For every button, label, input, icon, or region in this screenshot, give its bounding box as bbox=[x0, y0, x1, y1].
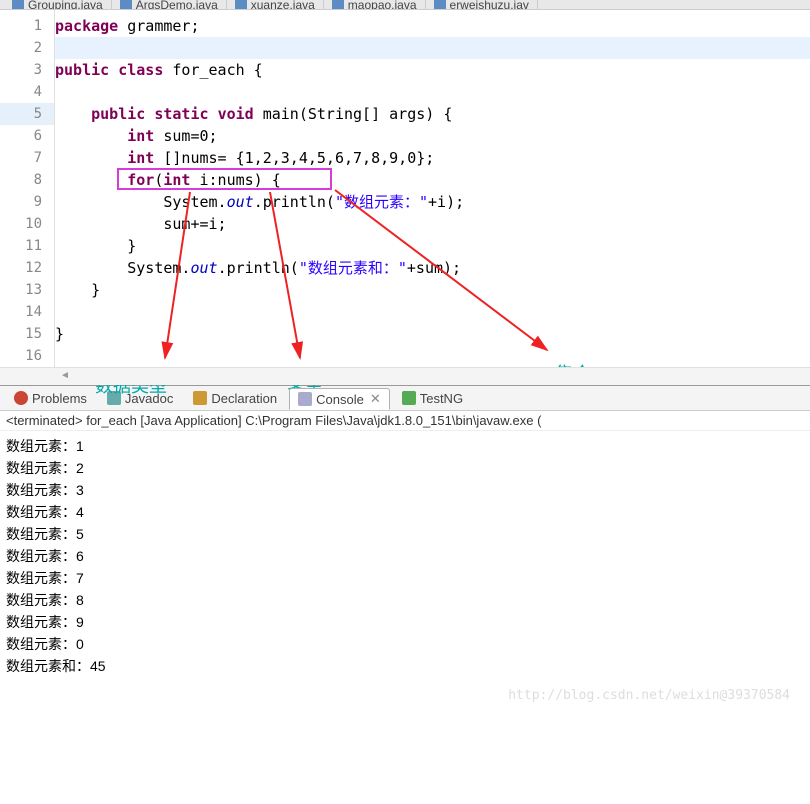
code-line: } bbox=[55, 235, 810, 257]
console-output[interactable]: 数组元素：1 数组元素：2 数组元素：3 数组元素：4 数组元素：5 数组元素：… bbox=[0, 431, 810, 711]
code-line: int sum=0; bbox=[55, 125, 810, 147]
line-number: 15 bbox=[0, 323, 54, 345]
code-line: public class for_each { bbox=[55, 59, 810, 81]
line-number: 1 bbox=[0, 15, 54, 37]
code-line: } bbox=[55, 279, 810, 301]
code-line: sum+=i; bbox=[55, 213, 810, 235]
line-number: 2 bbox=[0, 37, 54, 59]
output-line: 数组元素：2 bbox=[6, 457, 804, 479]
output-line: 数组元素：7 bbox=[6, 567, 804, 589]
line-number: 7 bbox=[0, 147, 54, 169]
problems-icon bbox=[14, 391, 28, 405]
line-number: 10 bbox=[0, 213, 54, 235]
close-icon[interactable]: ✕ bbox=[370, 391, 381, 407]
line-number: 3 bbox=[0, 59, 54, 81]
line-number: 13 bbox=[0, 279, 54, 301]
line-number: 16 bbox=[0, 345, 54, 367]
code-line: int []nums= {1,2,3,4,5,6,7,8,9,0}; bbox=[55, 147, 810, 169]
code-line: public static void main(String[] args) { bbox=[55, 103, 810, 125]
file-tab[interactable]: Grouping.java bbox=[4, 0, 112, 9]
line-number: 11 bbox=[0, 235, 54, 257]
code-line bbox=[55, 37, 810, 59]
code-area[interactable]: package grammer; public class for_each {… bbox=[55, 10, 810, 367]
code-line: package grammer; bbox=[55, 15, 810, 37]
java-file-icon bbox=[235, 0, 247, 10]
code-line: System.out.println("数组元素和："+sum); bbox=[55, 257, 810, 279]
code-line: System.out.println("数组元素："+i); bbox=[55, 191, 810, 213]
line-number: 14 bbox=[0, 301, 54, 323]
output-line: 数组元素：8 bbox=[6, 589, 804, 611]
code-line bbox=[55, 81, 810, 103]
testng-icon bbox=[402, 391, 416, 405]
java-file-icon bbox=[434, 0, 446, 10]
line-number: 5 bbox=[0, 103, 54, 125]
console-header: <terminated> for_each [Java Application]… bbox=[0, 411, 810, 431]
code-line bbox=[55, 345, 810, 367]
line-number: 4 bbox=[0, 81, 54, 103]
file-tab[interactable]: erweishuzu.jav bbox=[426, 0, 538, 9]
tab-testng[interactable]: TestNG bbox=[394, 389, 471, 408]
code-line: for(int i:nums) { bbox=[55, 169, 810, 191]
horizontal-scrollbar[interactable]: ◄ bbox=[0, 367, 810, 385]
file-tab[interactable]: ArgsDemo.java bbox=[112, 0, 227, 9]
output-line: 数组元素：5 bbox=[6, 523, 804, 545]
output-line: 数组元素：3 bbox=[6, 479, 804, 501]
scroll-left-icon[interactable]: ◄ bbox=[60, 370, 70, 381]
tab-problems[interactable]: Problems bbox=[6, 389, 95, 408]
java-file-icon bbox=[120, 0, 132, 10]
output-line: 数组元素：4 bbox=[6, 501, 804, 523]
tab-declaration[interactable]: Declaration bbox=[185, 389, 285, 408]
line-number: 8 bbox=[0, 169, 54, 191]
line-number: 12 bbox=[0, 257, 54, 279]
editor-tabs-bar: Grouping.java ArgsDemo.java xuanze.java … bbox=[0, 0, 810, 10]
output-line: 数组元素：6 bbox=[6, 545, 804, 567]
tab-console[interactable]: Console✕ bbox=[289, 388, 390, 410]
java-file-icon bbox=[12, 0, 24, 10]
output-line: 数组元素：0 bbox=[6, 633, 804, 655]
output-line: 数组元素：1 bbox=[6, 435, 804, 457]
declaration-icon bbox=[193, 391, 207, 405]
code-line: } bbox=[55, 323, 810, 345]
watermark-text: http://blog.csdn.net/weixin@39370584 bbox=[508, 688, 790, 703]
line-number: 9 bbox=[0, 191, 54, 213]
line-number-gutter: 1 2 3 4 5 6 7 8 9 10 11 12 13 14 15 16 bbox=[0, 10, 55, 367]
java-file-icon bbox=[332, 0, 344, 10]
line-number: 6 bbox=[0, 125, 54, 147]
file-tab[interactable]: maopao.java bbox=[324, 0, 426, 9]
output-line: 数组元素和：45 bbox=[6, 655, 804, 677]
console-icon bbox=[298, 392, 312, 406]
code-editor[interactable]: 1 2 3 4 5 6 7 8 9 10 11 12 13 14 15 16 p… bbox=[0, 10, 810, 367]
code-line bbox=[55, 301, 810, 323]
output-line: 数组元素：9 bbox=[6, 611, 804, 633]
file-tab[interactable]: xuanze.java bbox=[227, 0, 324, 9]
